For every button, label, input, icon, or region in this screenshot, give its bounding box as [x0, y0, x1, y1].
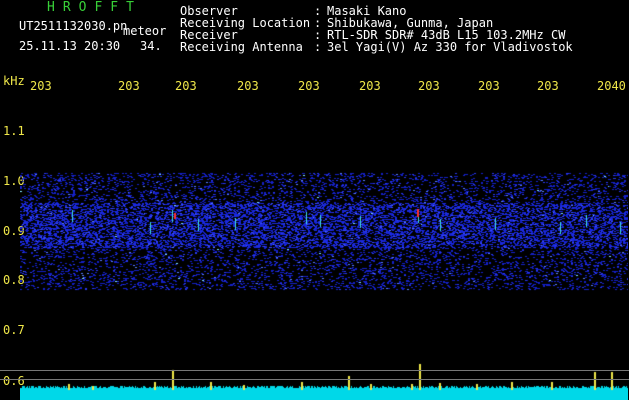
- mode-tag: meteor: [123, 24, 167, 38]
- x-tick: 203: [237, 79, 259, 93]
- x-tick: 203: [30, 79, 52, 93]
- count-label: 34.: [140, 39, 162, 53]
- x-tick: 203: [175, 79, 197, 93]
- field-sep: :: [314, 40, 322, 54]
- x-tick: 203: [359, 79, 381, 93]
- x-tick: 203: [537, 79, 559, 93]
- spectrogram-canvas: [20, 93, 628, 400]
- x-tick: 203: [478, 79, 500, 93]
- baseline-divider: [0, 370, 629, 371]
- x-tick: 203: [298, 79, 320, 93]
- x-tick: 203: [118, 79, 140, 93]
- antenna-value: 3el Yagi(V) Az 330 for Vladivostok: [327, 40, 573, 54]
- app-brand: HROFFT: [47, 0, 142, 15]
- x-tick: 2040: [597, 79, 626, 93]
- field-label: Receiving Antenna: [180, 40, 303, 54]
- filename-label: UT2511132030.pn: [19, 19, 128, 33]
- timestamp-label: 25.11.13 20:30: [19, 39, 121, 53]
- x-tick: 203: [418, 79, 440, 93]
- baseline-divider: [0, 379, 629, 380]
- y-unit-label: kHz: [3, 74, 25, 88]
